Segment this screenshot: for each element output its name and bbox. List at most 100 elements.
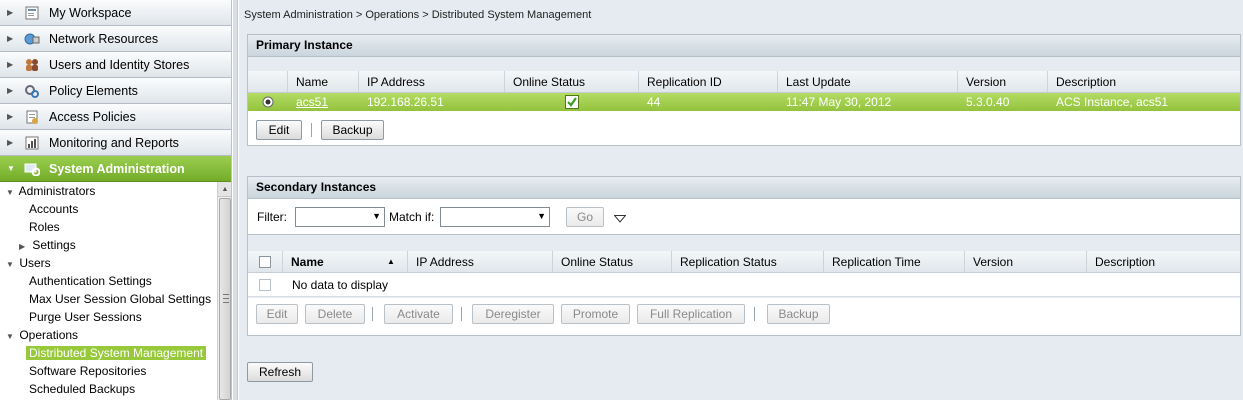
system-admin-icon: [24, 161, 40, 177]
column-header-description[interactable]: Description: [1087, 251, 1240, 272]
tree-node-operations[interactable]: ▼ Operations: [6, 326, 78, 344]
scrollbar-thumb[interactable]: [219, 198, 231, 400]
drawer-label: Monitoring and Reports: [49, 135, 179, 150]
tree-node-accounts[interactable]: Accounts: [29, 200, 78, 218]
drawer-label: System Administration: [49, 161, 185, 176]
column-header-online-status[interactable]: Online Status: [505, 71, 639, 92]
secondary-button-bar: Edit Delete Activate Deregister Promote …: [248, 298, 1240, 335]
primary-instance-panel: Primary Instance Name IP Address Online …: [247, 34, 1241, 146]
online-status-check-icon: [505, 93, 639, 111]
collapse-arrow-icon[interactable]: ▼: [6, 256, 16, 274]
dropdown-arrow-icon: ▼: [537, 211, 546, 221]
column-header-version[interactable]: Version: [965, 251, 1087, 272]
button-separator: [311, 123, 312, 137]
expand-arrow-icon: ▶: [7, 112, 14, 121]
tree-scrollbar[interactable]: ▲: [217, 182, 231, 400]
policy-icon: [24, 109, 40, 125]
filter-options-icon[interactable]: [613, 212, 627, 226]
drawer-network-resources[interactable]: ▶ Network Resources: [0, 26, 231, 52]
column-header-ip[interactable]: IP Address: [408, 251, 553, 272]
drawer-label: My Workspace: [49, 5, 132, 20]
primary-grid-header: Name IP Address Online Status Replicatio…: [248, 71, 1240, 93]
row-radio[interactable]: [248, 93, 288, 111]
column-header-name[interactable]: Name: [288, 71, 359, 92]
dropdown-arrow-icon: ▼: [372, 211, 381, 221]
drawer-users-identity-stores[interactable]: ▶ Users and Identity Stores: [0, 52, 231, 78]
expand-arrow-icon: ▶: [7, 60, 14, 69]
filter-dropdown[interactable]: ▼: [295, 207, 385, 227]
secondary-delete-button[interactable]: Delete: [305, 304, 365, 324]
panel-title: Secondary Instances: [248, 177, 1240, 199]
secondary-edit-button[interactable]: Edit: [256, 304, 298, 324]
tree-node-purge-user-sessions[interactable]: Purge User Sessions: [29, 308, 142, 326]
primary-backup-button[interactable]: Backup: [321, 120, 384, 140]
tree-node-distributed-system-management[interactable]: Distributed System Management: [26, 344, 207, 362]
button-separator: [372, 307, 373, 321]
secondary-backup-button[interactable]: Backup: [767, 304, 830, 324]
breadcrumb: System Administration > Operations > Dis…: [244, 9, 592, 21]
select-all-checkbox[interactable]: [248, 251, 283, 272]
column-header-replication-time[interactable]: Replication Time: [824, 251, 965, 272]
users-icon: [24, 57, 40, 73]
expand-arrow-icon: ▶: [7, 86, 14, 95]
button-separator: [461, 307, 462, 321]
tree-node-roles[interactable]: Roles: [29, 218, 60, 236]
cell-replication-id: 44: [647, 95, 661, 109]
column-header-last-update[interactable]: Last Update: [778, 71, 958, 92]
cell-ip: 192.168.26.51: [367, 95, 444, 109]
reports-icon: [24, 135, 40, 151]
primary-edit-button[interactable]: Edit: [256, 120, 302, 140]
deregister-button[interactable]: Deregister: [472, 304, 554, 324]
promote-button[interactable]: Promote: [561, 304, 630, 324]
expand-arrow-icon: ▶: [7, 8, 14, 17]
match-if-dropdown[interactable]: ▼: [440, 207, 550, 227]
expand-arrow-icon: ▶: [7, 138, 14, 147]
cell-description: ACS Instance, acs51: [1056, 95, 1169, 109]
drawer-policy-elements[interactable]: ▶ Policy Elements: [0, 78, 231, 104]
instance-name-link[interactable]: acs51: [296, 95, 328, 109]
tree-node-settings[interactable]: ▶ Settings: [19, 236, 76, 254]
secondary-grid-header: Name ▲ IP Address Online Status Replicat…: [248, 251, 1240, 273]
network-icon: [24, 31, 40, 47]
drawer-label: Policy Elements: [49, 83, 138, 98]
column-header-version[interactable]: Version: [958, 71, 1048, 92]
tree-node-users[interactable]: ▼ Users: [6, 254, 51, 272]
drawer-my-workspace[interactable]: ▶ My Workspace: [0, 0, 231, 26]
column-header-replication-id[interactable]: Replication ID: [639, 71, 778, 92]
tree-node-administrators[interactable]: ▼ Administrators: [6, 182, 95, 200]
workspace-icon: [24, 5, 40, 21]
activate-button[interactable]: Activate: [384, 304, 453, 324]
filter-label: Filter:: [257, 210, 287, 224]
column-header-replication-status[interactable]: Replication Status: [672, 251, 824, 272]
gears-icon: [24, 83, 40, 99]
column-header-description[interactable]: Description: [1048, 71, 1240, 92]
cell-version: 5.3.0.40: [966, 95, 1010, 109]
column-header-online-status[interactable]: Online Status: [553, 251, 672, 272]
row-checkbox[interactable]: [259, 279, 271, 291]
drawer-system-administration[interactable]: ▼ System Administration: [0, 156, 231, 182]
filter-bar: Filter: ▼ Match if: ▼ Go: [248, 199, 1240, 235]
panel-title: Primary Instance: [248, 35, 1240, 57]
column-header-ip[interactable]: IP Address: [359, 71, 505, 92]
tree-node-software-repositories[interactable]: Software Repositories: [29, 362, 146, 380]
expand-arrow-icon: ▶: [7, 34, 14, 43]
pane-splitter[interactable]: [233, 0, 238, 400]
collapse-arrow-icon[interactable]: ▼: [6, 328, 16, 346]
column-header-name[interactable]: Name ▲: [283, 251, 408, 272]
main-content: System Administration > Operations > Dis…: [239, 0, 1243, 400]
empty-row: No data to display: [248, 273, 1240, 297]
table-row[interactable]: acs51 192.168.26.51 44 11:47 May 30, 201…: [248, 93, 1240, 111]
button-separator: [754, 307, 755, 321]
scroll-up-icon[interactable]: ▲: [218, 182, 231, 197]
go-button[interactable]: Go: [566, 207, 604, 227]
drawer-access-policies[interactable]: ▶ Access Policies: [0, 104, 231, 130]
tree-node-authentication-settings[interactable]: Authentication Settings: [29, 272, 152, 290]
tree-node-scheduled-backups[interactable]: Scheduled Backups: [29, 380, 135, 398]
tree-node-max-user-session[interactable]: Max User Session Global Settings: [29, 290, 211, 308]
refresh-button[interactable]: Refresh: [247, 362, 313, 382]
navigation-tree: ▼ Administrators Accounts Roles ▶ Settin…: [0, 182, 217, 400]
full-replication-button[interactable]: Full Replication: [637, 304, 745, 324]
drawer-monitoring-reports[interactable]: ▶ Monitoring and Reports: [0, 130, 231, 156]
left-navigation: ▶ My Workspace ▶ Network Resources ▶ Use…: [0, 0, 232, 400]
collapse-arrow-icon[interactable]: ▼: [6, 184, 16, 202]
